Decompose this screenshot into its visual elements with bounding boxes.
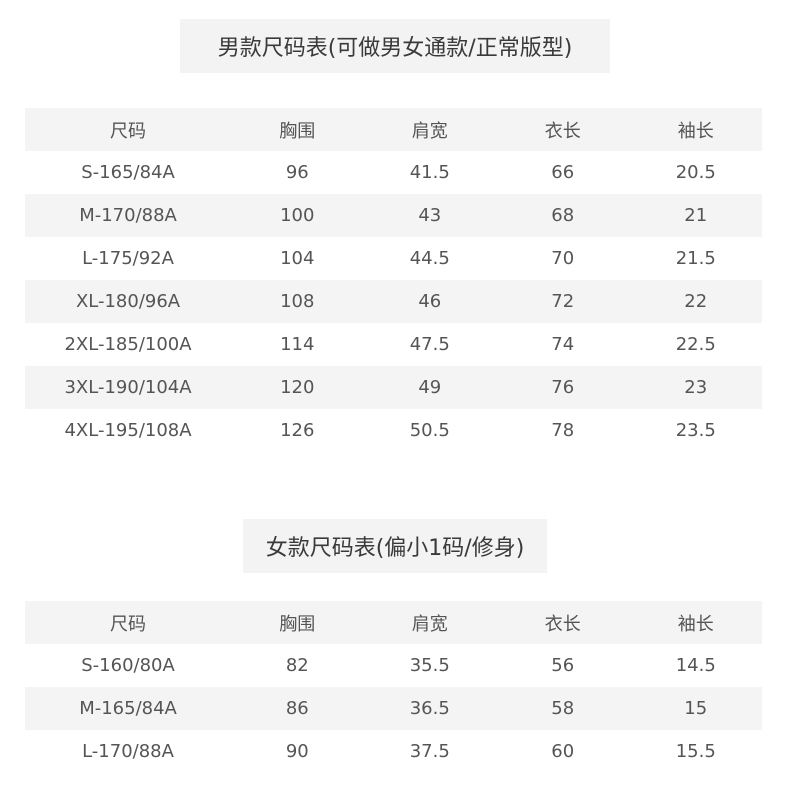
chest-cell: 90 [285, 741, 309, 762]
size-cell: M-165/84A [79, 698, 177, 719]
size-cell: S-165/84A [81, 162, 175, 183]
sleeve-cell: 15 [684, 698, 708, 719]
chest-cell: 100 [280, 205, 315, 226]
table-row: M-170/88A 100 43 68 21 [25, 194, 762, 237]
table-header-row: 尺码 胸围 肩宽 衣长 袖长 [25, 108, 762, 151]
chest-cell: 104 [280, 248, 315, 269]
length-cell: 68 [551, 205, 575, 226]
size-cell: L-170/88A [82, 741, 174, 762]
header-sleeve: 袖长 [677, 613, 714, 635]
shoulder-cell: 43 [418, 205, 442, 226]
table-row: M-165/84A 86 36.5 58 15 [25, 687, 762, 730]
chest-cell: 120 [280, 377, 315, 398]
sleeve-cell: 20.5 [675, 162, 716, 183]
table-row: 3XL-190/104A 120 49 76 23 [25, 366, 762, 409]
sleeve-cell: 21 [684, 205, 708, 226]
sleeve-cell: 21.5 [675, 248, 716, 269]
length-cell: 74 [551, 334, 575, 355]
chest-cell: 126 [280, 420, 315, 441]
length-cell: 58 [551, 698, 575, 719]
women-size-chart-title: 女款尺码表(偏小1码/修身) [243, 519, 547, 573]
shoulder-cell: 49 [418, 377, 442, 398]
men-size-table: 尺码 胸围 肩宽 衣长 袖长 S-165/84A 96 41.5 66 20.5… [25, 108, 762, 452]
size-cell: S-160/80A [81, 655, 175, 676]
header-size: 尺码 [110, 120, 147, 142]
chest-cell: 108 [280, 291, 315, 312]
size-cell: M-170/88A [79, 205, 177, 226]
table-row: L-175/92A 104 44.5 70 21.5 [25, 237, 762, 280]
chest-cell: 82 [285, 655, 309, 676]
size-cell: 2XL-185/100A [64, 334, 192, 355]
shoulder-cell: 50.5 [409, 420, 450, 441]
length-cell: 76 [551, 377, 575, 398]
shoulder-cell: 37.5 [409, 741, 450, 762]
table-row: S-165/84A 96 41.5 66 20.5 [25, 151, 762, 194]
size-cell: XL-180/96A [75, 291, 181, 312]
women-size-table: 尺码 胸围 肩宽 衣长 袖长 S-160/80A 82 35.5 56 14.5… [25, 601, 762, 773]
table-row: 2XL-185/100A 114 47.5 74 22.5 [25, 323, 762, 366]
header-length: 衣长 [544, 613, 581, 635]
header-size: 尺码 [110, 613, 147, 635]
size-cell: 4XL-195/108A [64, 420, 192, 441]
table-row: 4XL-195/108A 126 50.5 78 23.5 [25, 409, 762, 452]
chest-cell: 114 [280, 334, 315, 355]
shoulder-cell: 41.5 [409, 162, 450, 183]
length-cell: 70 [551, 248, 575, 269]
header-shoulder: 肩宽 [411, 613, 448, 635]
shoulder-cell: 44.5 [409, 248, 450, 269]
length-cell: 78 [551, 420, 575, 441]
size-cell: L-175/92A [82, 248, 174, 269]
sleeve-cell: 22 [684, 291, 708, 312]
shoulder-cell: 47.5 [409, 334, 450, 355]
chest-cell: 96 [285, 162, 309, 183]
table-row: XL-180/96A 108 46 72 22 [25, 280, 762, 323]
header-shoulder: 肩宽 [411, 120, 448, 142]
chest-cell: 86 [285, 698, 309, 719]
table-header-row: 尺码 胸围 肩宽 衣长 袖长 [25, 601, 762, 644]
length-cell: 72 [551, 291, 575, 312]
shoulder-cell: 46 [418, 291, 442, 312]
header-sleeve: 袖长 [677, 120, 714, 142]
sleeve-cell: 14.5 [675, 655, 716, 676]
length-cell: 66 [551, 162, 575, 183]
header-length: 衣长 [544, 120, 581, 142]
sleeve-cell: 23.5 [675, 420, 716, 441]
length-cell: 56 [551, 655, 575, 676]
men-size-chart-title: 男款尺码表(可做男女通款/正常版型) [180, 19, 610, 73]
length-cell: 60 [551, 741, 575, 762]
sleeve-cell: 22.5 [675, 334, 716, 355]
table-row: L-170/88A 90 37.5 60 15.5 [25, 730, 762, 773]
header-chest: 胸围 [279, 120, 316, 142]
sleeve-cell: 23 [684, 377, 708, 398]
shoulder-cell: 35.5 [409, 655, 450, 676]
sleeve-cell: 15.5 [675, 741, 716, 762]
table-row: S-160/80A 82 35.5 56 14.5 [25, 644, 762, 687]
shoulder-cell: 36.5 [409, 698, 450, 719]
header-chest: 胸围 [279, 613, 316, 635]
size-cell: 3XL-190/104A [64, 377, 192, 398]
